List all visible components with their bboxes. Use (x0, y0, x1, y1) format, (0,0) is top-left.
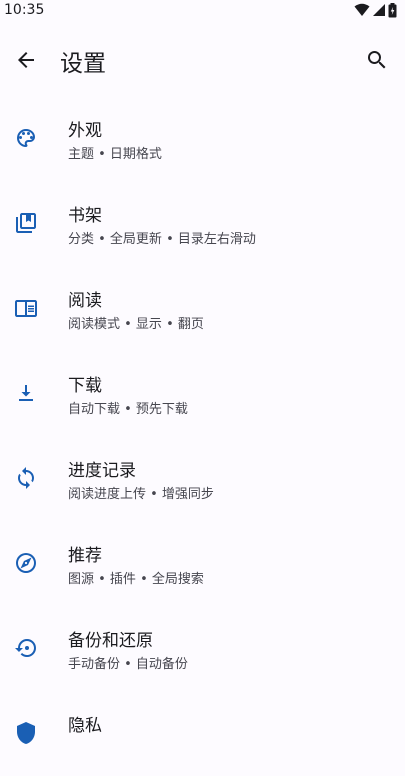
settings-item-summary: 主题 • 日期格式 (68, 147, 162, 162)
app-bar: 设置 (0, 32, 405, 88)
page-title: 设置 (60, 51, 106, 77)
settings-item-summary: 阅读进度上传 • 增强同步 (68, 487, 214, 502)
settings-item-backup[interactable]: 备份和还原 手动备份 • 自动备份 (0, 606, 405, 691)
palette-icon (17, 129, 35, 147)
settings-item-label: 备份和还原 (68, 631, 153, 651)
book-shelf-icon (16, 213, 36, 233)
settings-item-label: 外观 (68, 121, 102, 141)
download-icon (19, 385, 33, 401)
reader-icon (15, 300, 37, 317)
battery-icon (388, 2, 397, 17)
search-icon (368, 51, 386, 69)
settings-item-privacy[interactable]: 隐私 (0, 691, 405, 776)
status-bar: 10:35 (0, 0, 405, 20)
compass-icon (16, 553, 36, 573)
sync-icon (18, 467, 34, 489)
settings-item-browse[interactable]: 推荐 图源 • 插件 • 全局搜索 (0, 521, 405, 606)
system-icons (354, 2, 397, 18)
settings-item-library[interactable]: 书架 分类 • 全局更新 • 目录左右滑动 (0, 181, 405, 266)
privacy-icon (17, 722, 35, 744)
search-button[interactable] (365, 48, 389, 72)
cell-signal-icon (373, 4, 385, 16)
status-time: 10:35 (4, 2, 45, 18)
settings-item-summary: 自动下载 • 预先下载 (68, 402, 188, 417)
settings-item-tracking[interactable]: 进度记录 阅读进度上传 • 增强同步 (0, 436, 405, 521)
settings-item-downloads[interactable]: 下载 自动下载 • 预先下载 (0, 351, 405, 436)
settings-item-label: 进度记录 (68, 461, 136, 481)
arrow-back-icon (18, 52, 34, 68)
restore-icon (15, 639, 36, 658)
settings-item-summary: 图源 • 插件 • 全局搜索 (68, 572, 204, 587)
settings-item-appearance[interactable]: 外观 主题 • 日期格式 (0, 96, 405, 181)
settings-item-label: 下载 (68, 376, 102, 396)
settings-item-summary: 分类 • 全局更新 • 目录左右滑动 (68, 232, 256, 247)
settings-list: 外观 主题 • 日期格式 书架 分类 • 全局更新 • 目录左右滑动 阅读 阅读… (0, 96, 405, 776)
settings-item-summary: 阅读模式 • 显示 • 翻页 (68, 317, 204, 332)
settings-item-label: 阅读 (68, 291, 102, 311)
settings-item-reader[interactable]: 阅读 阅读模式 • 显示 • 翻页 (0, 266, 405, 351)
settings-item-summary: 手动备份 • 自动备份 (68, 657, 188, 672)
settings-item-label: 推荐 (68, 546, 102, 566)
back-button[interactable] (14, 48, 38, 72)
settings-item-label: 书架 (68, 206, 102, 226)
settings-item-label: 隐私 (68, 716, 102, 736)
wifi-icon (354, 3, 370, 16)
